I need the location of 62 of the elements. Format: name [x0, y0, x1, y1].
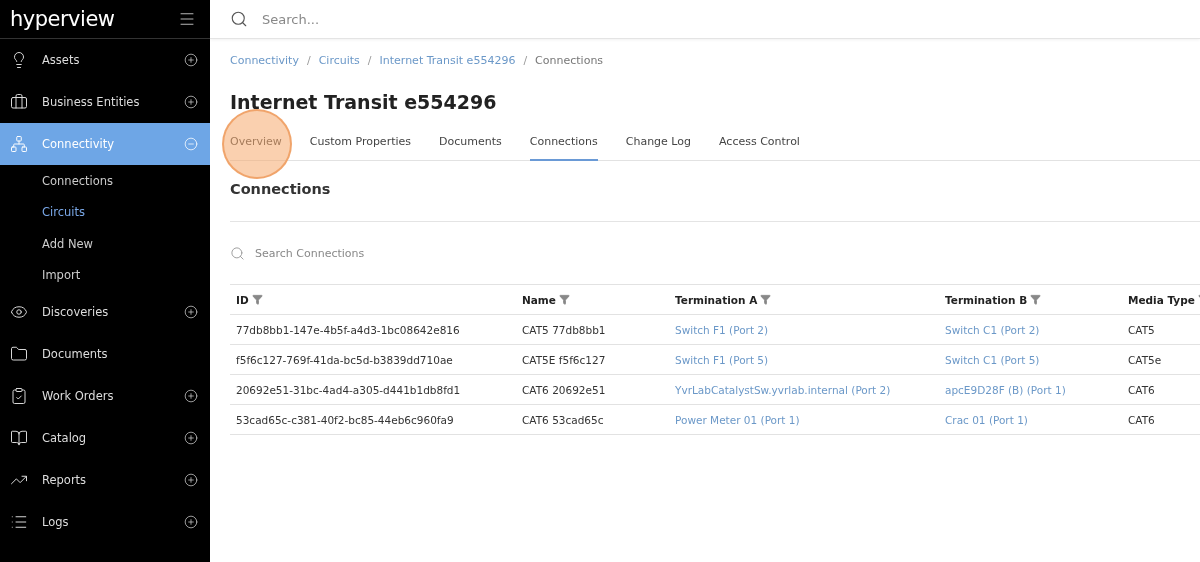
sidebar-subitem[interactable]: Add New: [0, 228, 210, 260]
table-cell: CAT5: [1128, 323, 1155, 336]
sidebar-subitem[interactable]: Circuits: [0, 196, 210, 228]
menu-icon[interactable]: [178, 10, 196, 28]
breadcrumb-separator: /: [367, 53, 372, 67]
sidebar-item[interactable]: Reports: [0, 459, 210, 501]
section-title: Connections: [230, 181, 1200, 222]
table-cell: CAT6 53cad65c: [522, 413, 604, 426]
tab[interactable]: Connections: [529, 127, 598, 161]
expand-icon[interactable]: [184, 53, 198, 67]
expand-icon[interactable]: [184, 95, 198, 109]
sidebar-item[interactable]: Logs: [0, 501, 210, 543]
expand-icon[interactable]: [184, 473, 198, 487]
column-header: Media Type: [1128, 293, 1195, 306]
briefcase-icon: [10, 93, 28, 111]
column-header: ID: [236, 293, 249, 306]
expand-icon[interactable]: [184, 431, 198, 445]
current-page-label[interactable]: Connections: [535, 53, 604, 67]
eye-icon: [10, 303, 28, 321]
sidebar-item[interactable]: Discoveries: [0, 291, 210, 333]
filter-icon[interactable]: [251, 294, 263, 305]
expand-icon[interactable]: [184, 515, 198, 529]
sidebar-item[interactable]: Business Entities: [0, 81, 210, 123]
table-cell: 53cad65c-c381-40f2-bc85-44eb6c960fa9: [236, 413, 454, 426]
tab[interactable]: Documents: [439, 127, 502, 161]
sidebar-subitem[interactable]: Connections: [0, 165, 210, 197]
filter-icon[interactable]: [760, 294, 772, 305]
table-cell: CAT5E f5f6c127: [522, 353, 606, 366]
column-header: Termination B: [945, 293, 1028, 306]
tab[interactable]: Change Log: [625, 127, 691, 161]
filter-icon[interactable]: [558, 294, 570, 305]
logo: hyperview: [10, 7, 115, 31]
table-cell: 77db8bb1-147e-4b5f-a4d3-1bc08642e816: [236, 323, 460, 336]
clipboard-icon: [10, 387, 28, 405]
table-cell: CAT6 20692e51: [522, 383, 606, 396]
sidebar-item[interactable]: Documents: [0, 333, 210, 375]
book-icon: [10, 429, 28, 447]
expand-icon[interactable]: [184, 305, 198, 319]
table-cell: CAT5e: [1128, 353, 1162, 366]
filter-icon[interactable]: [1030, 294, 1042, 305]
folder-icon: [10, 345, 28, 363]
table-cell: 20692e51-31bc-4ad4-a305-d441b1db8fd1: [236, 383, 461, 396]
expand-icon[interactable]: [184, 389, 198, 403]
column-header: Termination A: [675, 293, 758, 306]
sidebar-subitem[interactable]: Import: [0, 259, 210, 291]
network-icon: [10, 135, 28, 153]
page-title: Internet Transit e554296: [230, 91, 498, 113]
table-cell: CAT5 77db8bb1: [522, 323, 606, 336]
search-icon: [230, 10, 248, 28]
sidebar-item[interactable]: Catalog: [0, 417, 210, 459]
sidebar-item[interactable]: Work Orders: [0, 375, 210, 417]
search-icon: [230, 245, 245, 261]
tab[interactable]: Custom Properties: [309, 127, 412, 161]
table-cell: f5f6c127-769f-41da-bc5d-b3839dd710ae: [236, 353, 453, 366]
tab[interactable]: Access Control: [719, 127, 800, 161]
table-cell: CAT6: [1128, 413, 1155, 426]
breadcrumb-separator: /: [306, 53, 311, 67]
column-header: Name: [522, 293, 556, 306]
table-cell: CAT6: [1128, 383, 1155, 396]
list-icon: [10, 513, 28, 531]
breadcrumb-separator: /: [523, 53, 528, 67]
sidebar-item[interactable]: Assets: [0, 39, 210, 81]
